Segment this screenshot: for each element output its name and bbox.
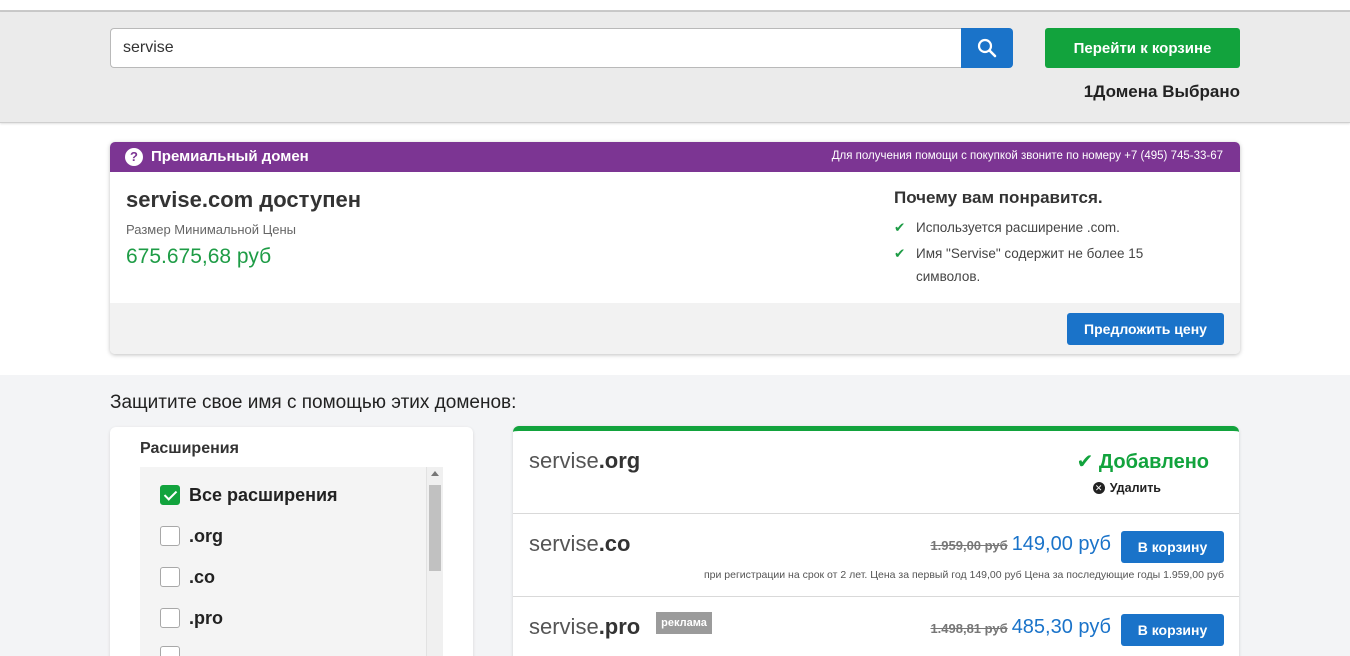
ad-badge: реклама (656, 612, 712, 634)
search-header: Перейти к корзине 1Домена Выбрано (0, 12, 1350, 123)
extensions-list[interactable]: Все расширения .org .co .pro (140, 467, 443, 656)
old-price: 1.498,81 руб (930, 621, 1008, 636)
domain-name: servise.pro (529, 614, 641, 639)
go-to-cart-button[interactable]: Перейти к корзине (1045, 28, 1240, 68)
old-price: 1.959,00 руб (930, 538, 1008, 553)
premium-footer: Предложить цену (110, 303, 1240, 354)
reasons-list: ✔ Используется расширение .com. ✔ Имя "Ser… (894, 216, 1164, 291)
filter-pro[interactable]: .pro (160, 607, 223, 629)
result-row-pro: servise.pro реклама 1.498,81 руб 485,30 … (513, 597, 1239, 656)
checkbox[interactable] (160, 608, 180, 628)
add-to-cart-button[interactable]: В корзину (1121, 531, 1224, 563)
protect-section: Защитите свое имя с помощью этих доменов… (0, 375, 1350, 656)
check-icon: ✔ (894, 246, 906, 261)
filter-org[interactable]: .org (160, 525, 223, 547)
checkbox-checked[interactable] (160, 485, 180, 505)
reason-item: ✔ Имя "Servise" содержит не более 15 симв… (894, 242, 1164, 288)
min-price-label: Размер Минимальной Цены (126, 222, 297, 237)
price-terms: при регистрации на срок от 2 лет. Цена з… (703, 569, 1224, 581)
added-status: ✔ Добавлено (1076, 451, 1209, 473)
premium-header-bar: ? Премиальный домен Для получения помощи… (110, 142, 1240, 172)
close-icon: ✕ (1092, 482, 1105, 494)
premium-title: Премиальный домен (151, 148, 309, 165)
domain-name: servise.org (529, 448, 641, 473)
domain-name: servise.co (529, 531, 631, 556)
domain-search-input[interactable] (110, 28, 962, 68)
domain-results: servise.org ✔ Добавлено ✕ Удалить servise… (513, 426, 1239, 656)
result-row-org: servise.org ✔ Добавлено ✕ Удалить (513, 431, 1239, 514)
question-icon[interactable]: ? (125, 148, 143, 166)
checkbox[interactable] (160, 567, 180, 587)
search-icon (977, 38, 997, 58)
new-price: 149,00 руб (1011, 533, 1111, 555)
search-bar (110, 28, 1013, 68)
checkbox[interactable] (160, 526, 180, 546)
offer-price-button[interactable]: Предложить цену (1067, 313, 1224, 345)
selected-domains-count: 1Домена Выбрано (1083, 82, 1240, 101)
search-button[interactable] (961, 28, 1013, 68)
protect-title: Защитите свое имя с помощью этих доменов… (110, 392, 517, 413)
filter-title: Расширения (140, 440, 239, 457)
scroll-thumb[interactable] (429, 485, 441, 571)
extensions-filter-panel: Расширения Все расширения .org .co .pro (110, 427, 473, 656)
new-price: 485,30 руб (1011, 616, 1111, 638)
premium-help-text: Для получения помощи с покупкой звоните … (831, 150, 1223, 162)
remove-button[interactable]: ✕ Удалить (1092, 481, 1161, 495)
list-scrollbar[interactable] (426, 467, 443, 656)
price-box: 1.959,00 руб 149,00 руб (930, 533, 1111, 556)
checkbox[interactable] (160, 646, 180, 656)
check-icon: ✔ (894, 220, 906, 235)
premium-domain-card: ? Премиальный домен Для получения помощи… (110, 142, 1240, 354)
add-to-cart-button[interactable]: В корзину (1121, 614, 1224, 646)
result-row-co: servise.co 1.959,00 руб 149,00 руб В кор… (513, 514, 1239, 597)
reason-item: ✔ Используется расширение .com. (894, 216, 1164, 239)
filter-next[interactable] (160, 645, 180, 656)
price-box: 1.498,81 руб 485,30 руб (930, 616, 1111, 639)
filter-all-extensions[interactable]: Все расширения (160, 484, 338, 506)
filter-co[interactable]: .co (160, 566, 215, 588)
scroll-up-icon[interactable] (431, 471, 439, 476)
domain-available-title: servise.com доступен (126, 187, 362, 212)
why-title: Почему вам понравится. (894, 188, 1103, 207)
min-price-value: 675.675,68 руб (126, 245, 272, 268)
